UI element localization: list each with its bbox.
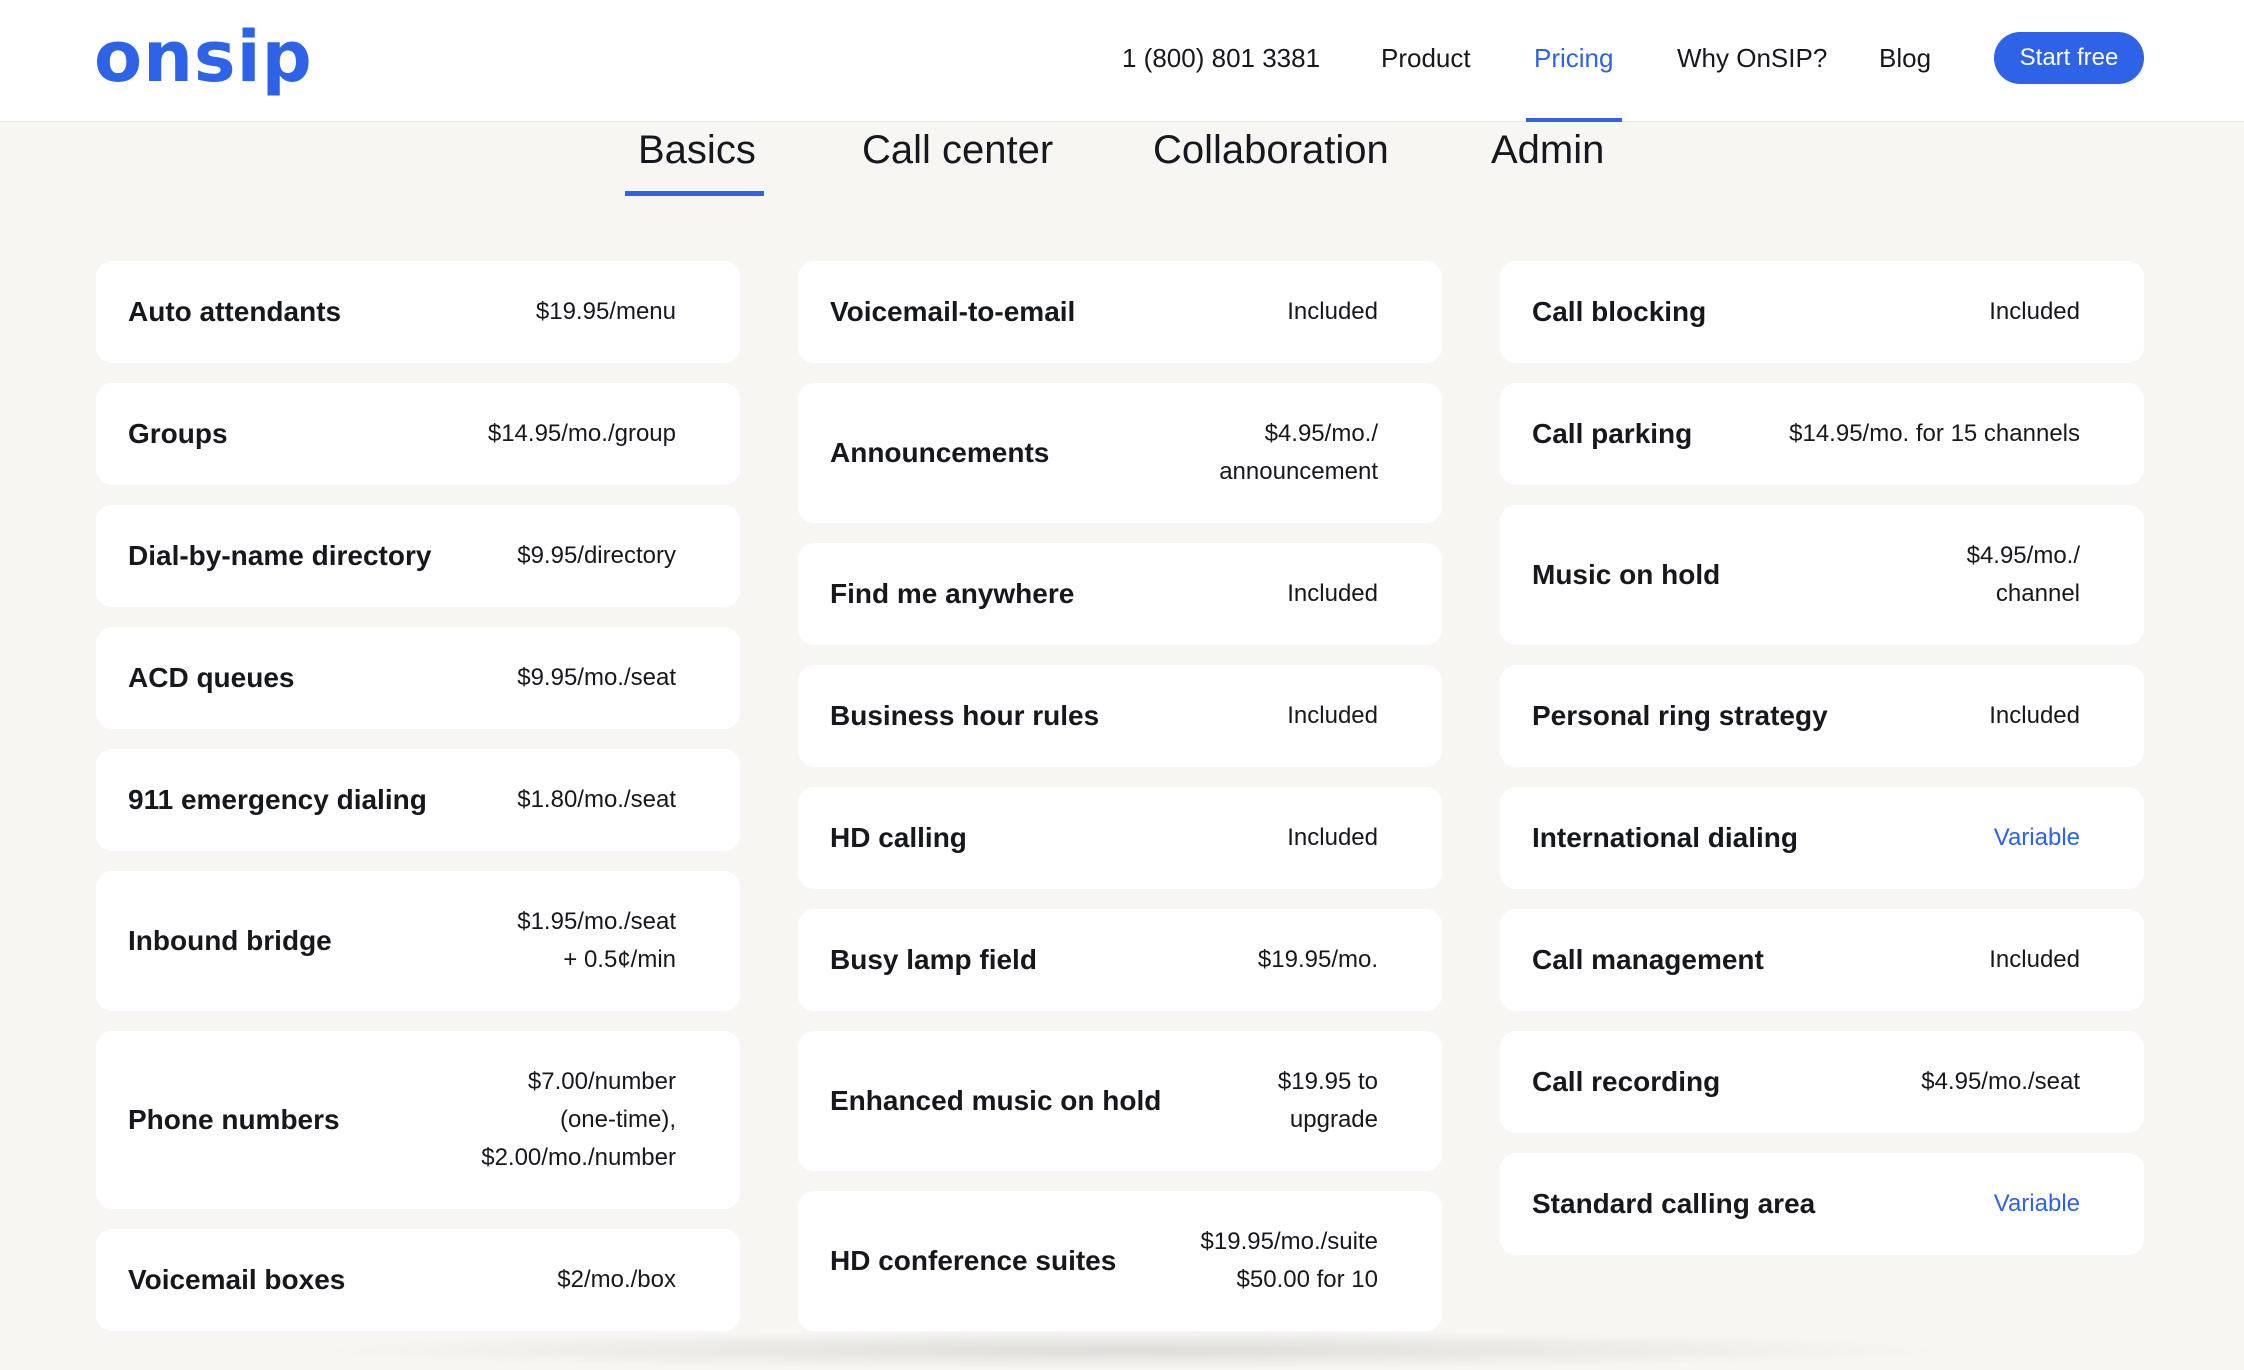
- pricing-card: Find me anywhere Included: [798, 543, 1442, 645]
- pricing-card: Inbound bridge $1.95/mo./seat + 0.5¢/min: [96, 871, 740, 1011]
- feature-name: Phone numbers: [128, 1104, 340, 1135]
- feature-name: Announcements: [830, 437, 1050, 468]
- feature-price: Included: [1287, 298, 1378, 325]
- pricing-card: Auto attendants $19.95/menu: [96, 261, 740, 363]
- feature-name: Call recording: [1532, 1066, 1721, 1097]
- feature-price: $19.95/mo./suite $50.00 for 10: [1200, 1228, 1378, 1293]
- feature-name: Find me anywhere: [830, 578, 1075, 609]
- pricing-card: Voicemail boxes $2/mo./box: [96, 1229, 740, 1331]
- variable-price-link[interactable]: Variable: [1994, 819, 2080, 857]
- feature-name: Personal ring strategy: [1532, 700, 1828, 731]
- feature-name: Enhanced music on hold: [830, 1085, 1162, 1116]
- nav-item-why-onsip[interactable]: Why OnSIP?: [1677, 42, 1827, 74]
- feature-name: Music on hold: [1532, 559, 1721, 590]
- nav-item-product[interactable]: Product: [1381, 42, 1471, 74]
- feature-name: Call blocking: [1532, 296, 1707, 327]
- nav-item-pricing[interactable]: Pricing: [1534, 42, 1613, 74]
- feature-name: Busy lamp field: [830, 944, 1037, 975]
- feature-name: Voicemail-to-email: [830, 296, 1076, 327]
- pricing-card: Phone numbers $7.00/number (one-time), $…: [96, 1031, 740, 1209]
- nav-active-indicator: [1526, 118, 1622, 122]
- main-nav: 1 (800) 801 3381 Product Pricing Why OnS…: [0, 0, 2244, 122]
- feature-name: Voicemail boxes: [128, 1264, 346, 1295]
- pricing-card: Announcements $4.95/mo./ announcement: [798, 383, 1442, 523]
- tab-active-indicator: [625, 191, 764, 196]
- pricing-card: Voicemail-to-email Included: [798, 261, 1442, 363]
- feature-name: HD conference suites: [830, 1245, 1117, 1276]
- pricing-card: HD conference suites $19.95/mo./suite $5…: [798, 1191, 1442, 1331]
- feature-price: Included: [1287, 580, 1378, 607]
- feature-price: $1.80/mo./seat: [517, 786, 676, 813]
- feature-name: Business hour rules: [830, 700, 1100, 731]
- feature-price: $14.95/mo. for 15 channels: [1789, 420, 2080, 447]
- pricing-card: Call parking $14.95/mo. for 15 channels: [1500, 383, 2144, 485]
- variable-price-link[interactable]: Variable: [1994, 1185, 2080, 1223]
- feature-price: $14.95/mo./group: [487, 420, 676, 447]
- feature-name: Groups: [128, 418, 228, 449]
- pricing-card: Personal ring strategy Included: [1500, 665, 2144, 767]
- feature-price: Included: [1287, 824, 1378, 851]
- pricing-card: ACD queues $9.95/mo./seat: [96, 627, 740, 729]
- tab-collaboration[interactable]: Collaboration: [1153, 124, 1389, 176]
- pricing-card: Busy lamp field $19.95/mo.: [798, 909, 1442, 1011]
- feature-name: Dial-by-name directory: [128, 540, 432, 571]
- site-header: onsip 1 (800) 801 3381 Product Pricing W…: [0, 0, 2244, 122]
- feature-price: Included: [1989, 702, 2080, 729]
- tab-basics[interactable]: Basics: [638, 124, 756, 176]
- feature-name: International dialing: [1532, 822, 1799, 853]
- pricing-card: Music on hold $4.95/mo./ channel: [1500, 505, 2144, 645]
- pricing-card: HD calling Included: [798, 787, 1442, 889]
- start-free-button[interactable]: Start free: [1994, 32, 2144, 84]
- feature-price: $4.95/mo./ channel: [1966, 542, 2080, 607]
- feature-name: HD calling: [830, 822, 967, 853]
- pricing-card: 911 emergency dialing $1.80/mo./seat: [96, 749, 740, 851]
- pricing-card: Groups $14.95/mo./group: [96, 383, 740, 485]
- pricing-card: Call blocking Included: [1500, 261, 2144, 363]
- feature-name: 911 emergency dialing: [128, 784, 427, 815]
- feature-price: Included: [1287, 702, 1378, 729]
- pricing-card: Standard calling area Variable: [1500, 1153, 2144, 1255]
- nav-item-blog[interactable]: Blog: [1879, 42, 1931, 74]
- pricing-card: Dial-by-name directory $9.95/directory: [96, 505, 740, 607]
- pricing-card: International dialing Variable: [1500, 787, 2144, 889]
- feature-price: $19.95/mo.: [1257, 946, 1378, 973]
- tab-call-center[interactable]: Call center: [862, 124, 1053, 176]
- feature-name: Inbound bridge: [128, 925, 332, 956]
- feature-price: $9.95/directory: [517, 542, 676, 569]
- feature-price: Included: [1989, 298, 2080, 325]
- feature-price: $19.95 to upgrade: [1277, 1068, 1378, 1133]
- feature-price: $4.95/mo./ announcement: [1219, 420, 1378, 485]
- feature-price: Included: [1989, 946, 2080, 973]
- feature-price: $1.95/mo./seat + 0.5¢/min: [517, 908, 676, 973]
- feature-price: $4.95/mo./seat: [1921, 1068, 2080, 1095]
- bottom-fade-shadow: [300, 1330, 1960, 1370]
- feature-name: Call management: [1532, 944, 1764, 975]
- feature-price: $7.00/number (one-time), $2.00/mo./numbe…: [481, 1068, 676, 1171]
- feature-name: Call parking: [1532, 418, 1693, 449]
- feature-price: $2/mo./box: [557, 1266, 676, 1293]
- feature-price: $19.95/menu: [535, 298, 676, 325]
- nav-phone-link[interactable]: 1 (800) 801 3381: [1122, 42, 1320, 74]
- feature-name: ACD queues: [128, 662, 295, 693]
- feature-price: $9.95/mo./seat: [517, 664, 676, 691]
- tab-admin[interactable]: Admin: [1491, 124, 1604, 176]
- feature-name: Auto attendants: [128, 296, 342, 327]
- pricing-card: Enhanced music on hold $19.95 to upgrade: [798, 1031, 1442, 1171]
- pricing-card: Business hour rules Included: [798, 665, 1442, 767]
- pricing-card: Call recording $4.95/mo./seat: [1500, 1031, 2144, 1133]
- feature-name: Standard calling area: [1532, 1188, 1816, 1219]
- pricing-card: Call management Included: [1500, 909, 2144, 1011]
